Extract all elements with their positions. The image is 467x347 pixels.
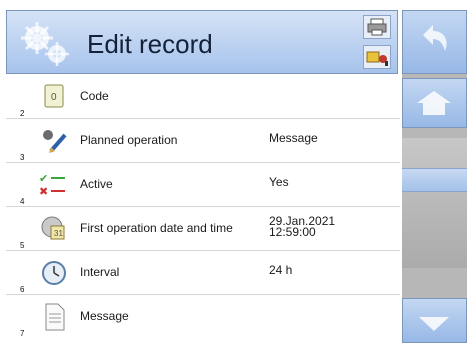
row-value: Message <box>269 131 318 145</box>
row-number: 4 <box>20 197 25 206</box>
page-title: Edit record <box>87 29 213 59</box>
gears-icon <box>19 21 73 67</box>
back-arrow-icon <box>423 25 447 51</box>
row-label: Message <box>80 309 129 323</box>
home-icon <box>417 91 451 115</box>
record-parameter-list: 2 0 Code 3 Planned operation Message 4 ✔ <box>6 75 400 343</box>
key-icon <box>366 51 388 66</box>
code-icon: 0 <box>39 83 69 111</box>
row-value: Yes <box>269 175 289 189</box>
svg-text:✖: ✖ <box>39 186 48 198</box>
row-value: 29.Jan.2021 12:59:00 <box>269 214 336 239</box>
row-label: Active <box>80 177 113 191</box>
printer-icon <box>367 18 387 36</box>
document-icon <box>39 303 69 331</box>
scroll-down-icon <box>419 317 449 331</box>
header-bar: Edit record <box>6 10 398 74</box>
row-label: Planned operation <box>80 133 178 147</box>
list-item-interval[interactable]: 6 Interval 24 h <box>6 251 400 295</box>
svg-text:✔: ✔ <box>39 173 48 185</box>
row-number: 3 <box>20 153 25 162</box>
clock-icon <box>39 259 69 287</box>
print-button[interactable] <box>363 15 391 39</box>
access-key-button[interactable] <box>363 45 391 69</box>
row-label: Interval <box>80 265 120 279</box>
scroll-down-button[interactable] <box>402 298 467 343</box>
planned-operation-icon <box>39 127 69 155</box>
active-toggle-icon: ✔ ✖ <box>39 171 69 199</box>
svg-text:0: 0 <box>51 92 57 103</box>
list-item-code[interactable]: 2 0 Code <box>6 75 400 119</box>
scrollbar-handle[interactable] <box>402 168 467 192</box>
home-button[interactable] <box>402 78 467 128</box>
list-item-first-operation[interactable]: 5 31 First operation date and time 29.Ja… <box>6 207 400 251</box>
back-button[interactable] <box>402 10 467 74</box>
list-item-message[interactable]: 7 Message <box>6 295 400 339</box>
row-number: 6 <box>20 285 25 294</box>
svg-text:31: 31 <box>54 229 63 238</box>
row-number: 2 <box>20 109 25 118</box>
calendar-icon: 31 <box>39 215 69 243</box>
right-sidebar <box>402 10 467 343</box>
row-value: 24 h <box>269 263 293 277</box>
list-item-active[interactable]: 4 ✔ ✖ Active Yes <box>6 163 400 207</box>
row-number: 7 <box>20 329 25 338</box>
row-label: First operation date and time <box>80 221 233 235</box>
list-item-planned-operation[interactable]: 3 Planned operation Message <box>6 119 400 163</box>
scrollbar-track[interactable] <box>402 138 467 268</box>
row-number: 5 <box>20 241 25 250</box>
row-label: Code <box>80 89 109 103</box>
